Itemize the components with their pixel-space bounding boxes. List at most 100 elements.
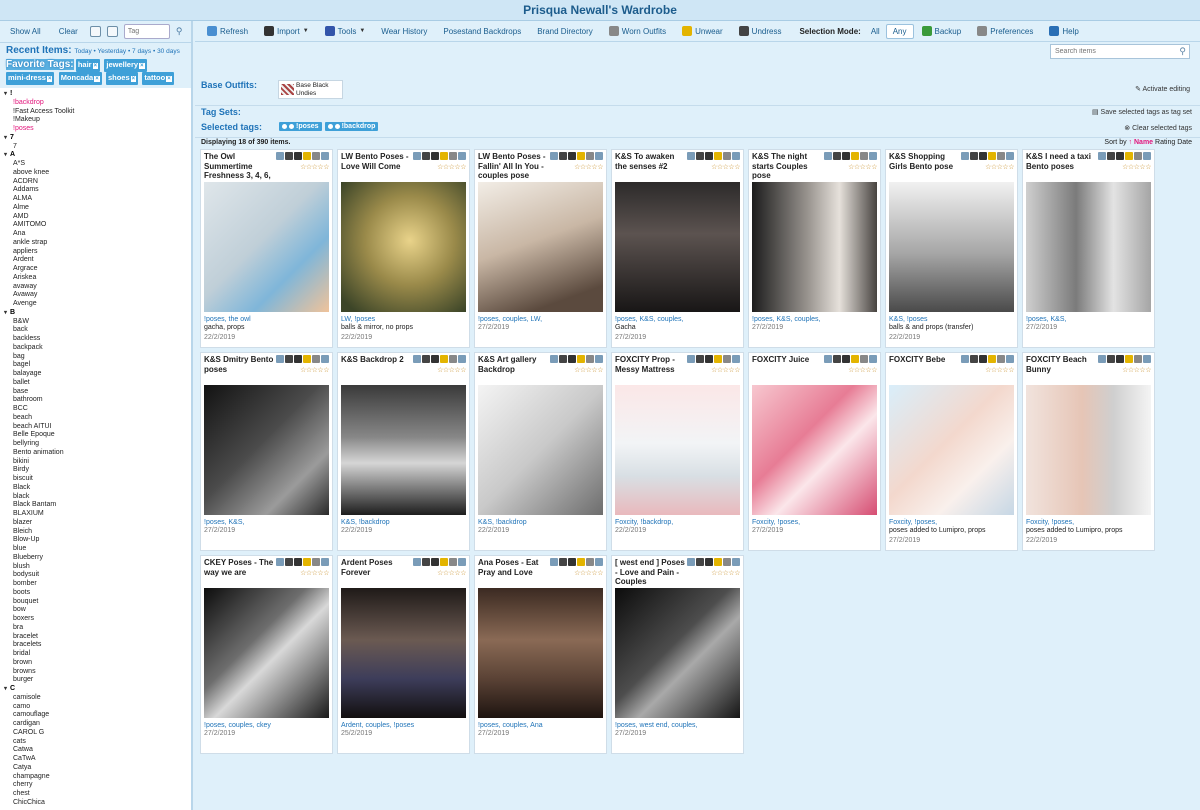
- wear-icon[interactable]: [276, 558, 284, 566]
- tag-list-item[interactable]: Avenge: [4, 300, 191, 309]
- item-thumbnail[interactable]: [615, 182, 740, 312]
- item-card[interactable]: K&S Shopping Girls Bento pose ☆☆☆☆☆ K&S, !…: [885, 149, 1018, 348]
- rating-stars[interactable]: ☆☆☆☆☆: [574, 163, 603, 171]
- rating-stars[interactable]: ☆☆☆☆☆: [711, 366, 740, 374]
- remove-icon[interactable]: [705, 558, 713, 566]
- item-tags[interactable]: Ardent, couples, !poses: [338, 718, 469, 729]
- tag-list-item[interactable]: biscuit: [4, 475, 191, 484]
- rating-stars[interactable]: ☆☆☆☆☆: [711, 569, 740, 577]
- tag-list-item[interactable]: BLAXIUM: [4, 510, 191, 519]
- rating-stars[interactable]: ☆☆☆☆☆: [1122, 366, 1151, 374]
- remove-icon[interactable]: [979, 152, 987, 160]
- tag-list-item[interactable]: camisole: [4, 694, 191, 703]
- item-card[interactable]: FOXCITY Juice ☆☆☆☆☆ Foxcity, !poses, 27/2/2…: [748, 352, 881, 551]
- remove-icon[interactable]: [842, 355, 850, 363]
- add-icon[interactable]: [285, 355, 293, 363]
- tag-list-item[interactable]: Bleich: [4, 528, 191, 537]
- tag-list-item[interactable]: ChicChica: [4, 799, 191, 808]
- tag-list-item[interactable]: brown: [4, 659, 191, 668]
- add-icon[interactable]: [696, 152, 704, 160]
- tag-list-item[interactable]: bra: [4, 624, 191, 633]
- delete-icon[interactable]: [321, 152, 329, 160]
- save-tag-set-button[interactable]: ▤ Save selected tags as tag set: [1092, 108, 1192, 116]
- selected-tag-chip[interactable]: !poses: [279, 122, 322, 131]
- remove-icon[interactable]: [568, 355, 576, 363]
- tag-list-item[interactable]: AMITOMO: [4, 221, 191, 230]
- remove-icon[interactable]: [294, 355, 302, 363]
- remove-tag-icon[interactable]: ×: [92, 63, 99, 69]
- base-outfit-item[interactable]: Base Black Undies: [278, 80, 343, 99]
- item-tags[interactable]: !poses, couples, Ana: [475, 718, 606, 729]
- delete-icon[interactable]: [869, 355, 877, 363]
- edit-icon[interactable]: [303, 558, 311, 566]
- tag-list-item[interactable]: cats: [4, 738, 191, 747]
- edit-icon[interactable]: [851, 355, 859, 363]
- tag-list-item[interactable]: BCC: [4, 405, 191, 414]
- item-tags[interactable]: Foxcity, !poses,: [886, 515, 1017, 526]
- item-thumbnail[interactable]: [752, 182, 877, 312]
- selected-tag-chip[interactable]: !backdrop: [324, 122, 379, 131]
- item-thumbnail[interactable]: [615, 588, 740, 718]
- edit-icon[interactable]: [988, 355, 996, 363]
- tag-list-item[interactable]: Catwa: [4, 746, 191, 755]
- remove-icon[interactable]: [431, 355, 439, 363]
- rating-stars[interactable]: ☆☆☆☆☆: [1122, 163, 1151, 171]
- edit-icon[interactable]: [440, 355, 448, 363]
- view-icon[interactable]: [997, 152, 1005, 160]
- edit-icon[interactable]: [714, 355, 722, 363]
- delete-icon[interactable]: [595, 558, 603, 566]
- tag-list-item[interactable]: Belle Epoque: [4, 431, 191, 440]
- item-card[interactable]: K&S To awaken the senses #2 ☆☆☆☆☆ !poses, …: [611, 149, 744, 348]
- tag-list-item[interactable]: Ariskea: [4, 274, 191, 283]
- favorite-tag-chip[interactable]: Moncada ×: [58, 72, 102, 85]
- remove-tag-icon[interactable]: ×: [130, 76, 137, 82]
- tag-list-item[interactable]: above knee: [4, 169, 191, 178]
- item-thumbnail[interactable]: [341, 385, 466, 515]
- item-tags[interactable]: Foxcity, !poses,: [749, 515, 880, 526]
- item-tags[interactable]: K&S, !backdrop: [475, 515, 606, 526]
- tag-list-item[interactable]: AMD: [4, 213, 191, 222]
- wear-icon[interactable]: [276, 152, 284, 160]
- tag-list-item[interactable]: !Makeup: [4, 116, 191, 125]
- view-icon[interactable]: [723, 558, 731, 566]
- tag-list-item[interactable]: champagne: [4, 773, 191, 782]
- view-icon[interactable]: [1134, 355, 1142, 363]
- tag-group-header[interactable]: ▾ B: [4, 309, 191, 318]
- search-icon[interactable]: ⚲: [176, 26, 183, 37]
- item-tags[interactable]: !poses, K&S,: [201, 515, 332, 526]
- tag-list-item[interactable]: boxers: [4, 615, 191, 624]
- wear-icon[interactable]: [276, 355, 284, 363]
- item-card[interactable]: K&S Backdrop 2 ☆☆☆☆☆ K&S, !backdrop 22/2/20…: [337, 352, 470, 551]
- item-card[interactable]: K&S Art gallery Backdrop ☆☆☆☆☆ K&S, !backd…: [474, 352, 607, 551]
- tag-filter-input[interactable]: [123, 24, 170, 39]
- add-icon[interactable]: [559, 152, 567, 160]
- item-tags[interactable]: !poses, the owl: [201, 312, 332, 323]
- item-thumbnail[interactable]: [615, 385, 740, 515]
- selection-mode-any[interactable]: Any: [885, 23, 914, 39]
- add-icon[interactable]: [422, 355, 430, 363]
- edit-icon[interactable]: [714, 152, 722, 160]
- tag-list-item[interactable]: !Fast Access Toolkit: [4, 108, 191, 117]
- help-button[interactable]: Help: [1041, 24, 1086, 38]
- tag-list-item[interactable]: blazer: [4, 519, 191, 528]
- view-icon[interactable]: [586, 355, 594, 363]
- tag-list-item[interactable]: Argrace: [4, 265, 191, 274]
- remove-icon[interactable]: [1116, 152, 1124, 160]
- view-icon[interactable]: [312, 152, 320, 160]
- tag-list-item[interactable]: Blow-Up: [4, 536, 191, 545]
- backup-button[interactable]: Backup: [914, 24, 970, 38]
- edit-icon[interactable]: [988, 152, 996, 160]
- search-items-input[interactable]: [1050, 44, 1190, 59]
- remove-tag-icon[interactable]: ×: [94, 76, 100, 82]
- toolbar-refreshbutton[interactable]: Refresh: [199, 24, 256, 38]
- tag-list-item[interactable]: backpack: [4, 344, 191, 353]
- wear-icon[interactable]: [961, 152, 969, 160]
- rating-stars[interactable]: ☆☆☆☆☆: [437, 366, 466, 374]
- rating-stars[interactable]: ☆☆☆☆☆: [437, 569, 466, 577]
- toolbar-unwearbutton[interactable]: Unwear: [674, 24, 731, 38]
- tag-list-item[interactable]: cardigan: [4, 720, 191, 729]
- tag-list-item[interactable]: ballet: [4, 379, 191, 388]
- wear-icon[interactable]: [824, 355, 832, 363]
- item-thumbnail[interactable]: [1026, 182, 1151, 312]
- tag-group-header[interactable]: ▾!: [4, 90, 191, 99]
